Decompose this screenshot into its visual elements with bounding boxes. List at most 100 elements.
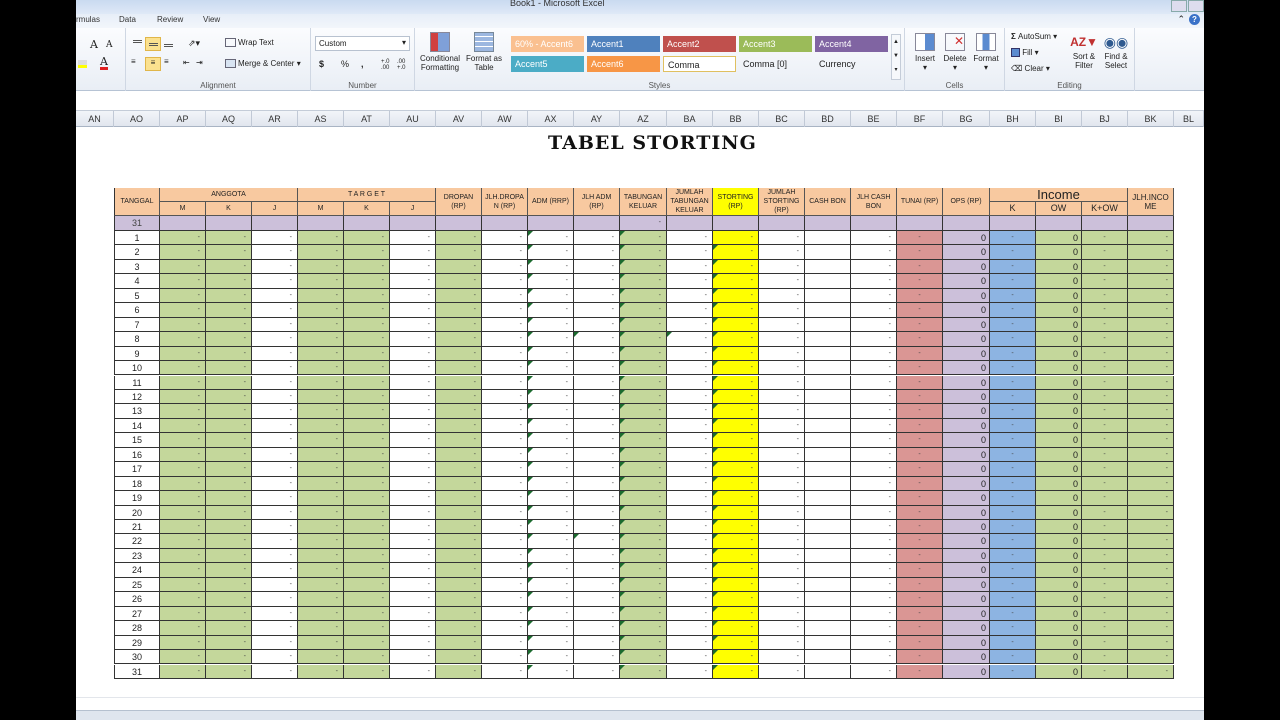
data-cell[interactable]: -	[390, 404, 436, 419]
data-cell[interactable]: -	[252, 520, 298, 535]
data-cell[interactable]: -	[667, 462, 713, 477]
summary-cell[interactable]	[667, 216, 713, 231]
data-cell[interactable]: -	[574, 447, 620, 463]
data-cell[interactable]	[805, 462, 851, 477]
conditional-formatting-button[interactable]: Conditional Formatting	[419, 32, 461, 72]
data-cell[interactable]: -	[990, 447, 1036, 463]
data-cell[interactable]: -	[390, 650, 436, 665]
data-cell[interactable]: -	[851, 259, 897, 275]
data-cell[interactable]: -	[759, 491, 805, 506]
data-cell[interactable]: -	[252, 245, 298, 260]
data-cell[interactable]: -	[897, 288, 943, 304]
data-cell[interactable]: -	[990, 635, 1036, 651]
column-header-be[interactable]: BE	[851, 111, 897, 127]
data-cell[interactable]: -	[160, 389, 206, 405]
data-cell[interactable]: -	[482, 288, 528, 304]
grow-font-button[interactable]: A	[90, 38, 98, 51]
data-cell[interactable]: -	[206, 476, 252, 492]
data-cell[interactable]: -	[1082, 274, 1128, 289]
data-cell[interactable]: 0	[943, 592, 990, 607]
data-cell[interactable]: -	[1128, 476, 1174, 492]
data-cell[interactable]: -	[528, 650, 574, 665]
data-cell[interactable]: -	[574, 317, 620, 333]
data-cell[interactable]: 0	[1036, 346, 1082, 362]
data-cell[interactable]: -	[574, 621, 620, 636]
column-header-ao[interactable]: AO	[114, 111, 160, 127]
data-cell[interactable]: -	[482, 332, 528, 347]
data-cell[interactable]: -	[667, 520, 713, 535]
data-cell[interactable]: -	[990, 476, 1036, 492]
data-cell[interactable]: -	[298, 433, 344, 448]
data-cell[interactable]: -	[1128, 635, 1174, 651]
data-cell[interactable]: -	[897, 447, 943, 463]
data-cell[interactable]: 0	[943, 505, 990, 520]
data-cell[interactable]: -	[206, 245, 252, 260]
data-cell[interactable]: -	[1082, 534, 1128, 549]
align-center-button[interactable]: ≡	[145, 57, 161, 71]
data-cell[interactable]: -	[1128, 361, 1174, 376]
data-cell[interactable]: -	[620, 231, 667, 246]
row-date[interactable]: 25	[114, 577, 160, 593]
bottom-align-button[interactable]	[162, 37, 176, 51]
row-date[interactable]: 17	[114, 462, 160, 477]
data-cell[interactable]: -	[897, 361, 943, 376]
data-cell[interactable]: -	[344, 548, 390, 564]
data-cell[interactable]: -	[1128, 317, 1174, 333]
formula-bar[interactable]	[76, 92, 1204, 111]
data-cell[interactable]: -	[436, 664, 482, 679]
data-cell[interactable]: -	[667, 635, 713, 651]
data-cell[interactable]: -	[436, 548, 482, 564]
minimize-ribbon-icon[interactable]: ⌃	[1177, 14, 1185, 24]
data-cell[interactable]: -	[759, 231, 805, 246]
data-cell[interactable]: -	[482, 389, 528, 405]
data-cell[interactable]: -	[390, 332, 436, 347]
data-cell[interactable]: -	[436, 389, 482, 405]
data-cell[interactable]: -	[252, 592, 298, 607]
data-cell[interactable]: -	[713, 664, 759, 679]
data-cell[interactable]: -	[482, 548, 528, 564]
data-cell[interactable]: -	[897, 375, 943, 390]
data-cell[interactable]: -	[851, 462, 897, 477]
row-date[interactable]: 19	[114, 491, 160, 506]
data-cell[interactable]: -	[160, 346, 206, 362]
data-cell[interactable]: -	[528, 231, 574, 246]
data-cell[interactable]: -	[574, 563, 620, 578]
shrink-font-button[interactable]: A	[106, 40, 113, 50]
data-cell[interactable]	[805, 476, 851, 492]
data-cell[interactable]: -	[574, 577, 620, 593]
data-cell[interactable]: -	[436, 231, 482, 246]
header-jlh-adm[interactable]: JLH ADM (RP)	[574, 188, 620, 216]
data-cell[interactable]: -	[160, 505, 206, 520]
data-cell[interactable]: 0	[1036, 664, 1082, 679]
data-cell[interactable]: -	[390, 303, 436, 318]
data-cell[interactable]: -	[1082, 375, 1128, 390]
data-cell[interactable]: -	[667, 534, 713, 549]
data-cell[interactable]: 0	[1036, 592, 1082, 607]
data-cell[interactable]: -	[482, 505, 528, 520]
data-cell[interactable]: -	[620, 404, 667, 419]
data-cell[interactable]: -	[252, 274, 298, 289]
row-date[interactable]: 4	[114, 274, 160, 289]
data-cell[interactable]: -	[1128, 520, 1174, 535]
styles-gallery-scroll[interactable]: ▲ ▼ ▾	[891, 34, 901, 80]
column-header-at[interactable]: AT	[344, 111, 390, 127]
header-tanggal[interactable]: TANGGAL	[114, 188, 160, 216]
data-cell[interactable]: -	[1128, 606, 1174, 622]
data-cell[interactable]	[805, 664, 851, 679]
data-cell[interactable]: 0	[943, 346, 990, 362]
data-cell[interactable]: -	[160, 303, 206, 318]
data-cell[interactable]: -	[1082, 563, 1128, 578]
data-cell[interactable]: -	[990, 317, 1036, 333]
data-cell[interactable]	[805, 592, 851, 607]
data-cell[interactable]: -	[1128, 491, 1174, 506]
data-cell[interactable]: -	[667, 664, 713, 679]
data-cell[interactable]: -	[851, 650, 897, 665]
data-cell[interactable]: -	[1128, 404, 1174, 419]
data-cell[interactable]: -	[897, 534, 943, 549]
data-cell[interactable]: -	[620, 332, 667, 347]
header-target-k[interactable]: K	[344, 202, 390, 216]
data-cell[interactable]: -	[897, 245, 943, 260]
data-cell[interactable]: -	[1082, 259, 1128, 275]
data-cell[interactable]: -	[298, 404, 344, 419]
data-cell[interactable]: -	[160, 404, 206, 419]
